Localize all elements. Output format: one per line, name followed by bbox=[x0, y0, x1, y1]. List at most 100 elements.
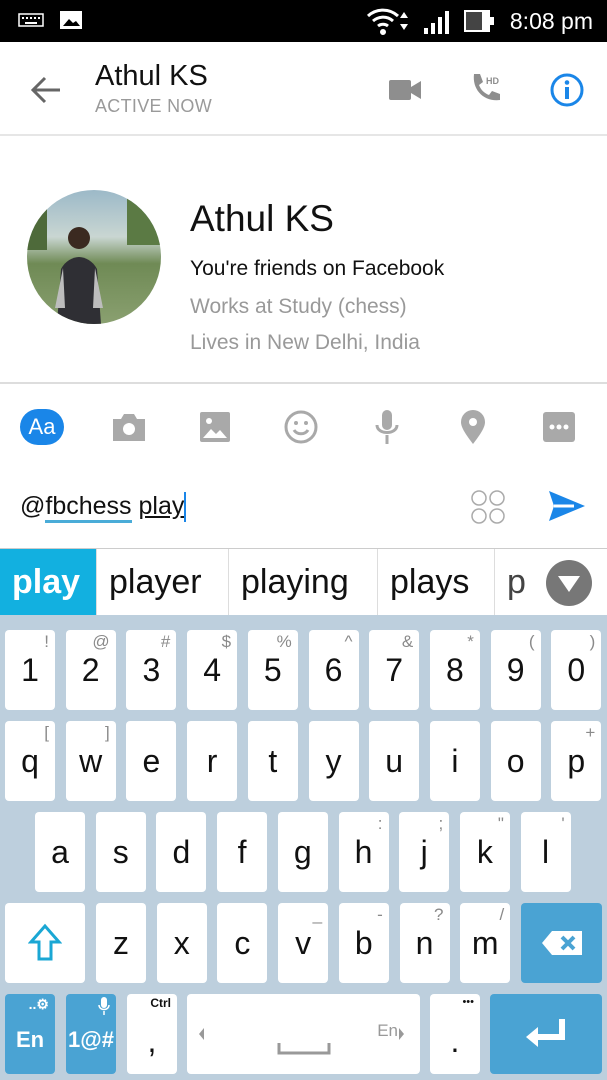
key-k[interactable]: k " bbox=[459, 812, 510, 892]
keyboard-icon bbox=[18, 13, 44, 27]
friendship-status: You're friends on Facebook bbox=[190, 257, 445, 280]
key-o[interactable]: o bbox=[490, 721, 541, 801]
key-x[interactable]: x bbox=[156, 903, 207, 983]
video-call-icon[interactable] bbox=[388, 77, 422, 103]
key-alt-label: & bbox=[401, 632, 414, 651]
key-alt-label: ^ bbox=[344, 632, 353, 651]
key-label: e bbox=[142, 742, 161, 779]
key-0[interactable]: 0) bbox=[551, 630, 602, 710]
key-alt-label: * bbox=[467, 632, 474, 651]
message-input[interactable]: @fbchess play bbox=[20, 492, 187, 523]
key-6[interactable]: 6 ^ bbox=[308, 630, 359, 710]
key-d[interactable]: d bbox=[156, 812, 207, 892]
key-w[interactable]: w] bbox=[65, 721, 116, 801]
key-alt-label: - bbox=[377, 905, 383, 924]
comma-key[interactable]: , Ctrl bbox=[127, 994, 177, 1074]
space-language-label: En bbox=[377, 1021, 398, 1040]
language-key[interactable]: En ..⚙ bbox=[5, 994, 55, 1074]
key-label: c bbox=[234, 924, 251, 961]
key-8[interactable]: 8 * bbox=[429, 630, 480, 710]
key-p[interactable]: p + bbox=[551, 721, 602, 801]
settings-icon: ..⚙ bbox=[28, 996, 49, 1012]
key-c[interactable]: c bbox=[217, 903, 268, 983]
key-3[interactable]: 3 # bbox=[126, 630, 177, 710]
key-j[interactable]: j; bbox=[399, 812, 450, 892]
key-l[interactable]: l ' bbox=[520, 812, 571, 892]
profile-card: Athul KS You're friends on Facebook Work… bbox=[0, 136, 607, 384]
key-t[interactable]: t bbox=[247, 721, 298, 801]
key-1[interactable]: 1! bbox=[5, 630, 55, 710]
suggestion-item[interactable]: player bbox=[97, 549, 229, 616]
key-n[interactable]: n? bbox=[399, 903, 450, 983]
avatar[interactable] bbox=[27, 190, 161, 324]
key-u[interactable]: u bbox=[369, 721, 420, 801]
location-button[interactable] bbox=[451, 405, 495, 449]
key-alt-label: ! bbox=[44, 632, 49, 651]
voice-button[interactable] bbox=[365, 405, 409, 449]
sticker-button[interactable] bbox=[279, 405, 323, 449]
contact-name[interactable]: Athul KS bbox=[95, 60, 208, 93]
camera-button[interactable] bbox=[107, 405, 151, 449]
shift-key[interactable] bbox=[5, 903, 85, 983]
key-alt-label: ? bbox=[434, 905, 444, 924]
more-button[interactable] bbox=[537, 405, 581, 449]
camera-icon bbox=[113, 414, 145, 441]
period-key[interactable]: . ••• bbox=[430, 994, 480, 1074]
key-2[interactable]: 2 @ bbox=[65, 630, 116, 710]
microphone-icon bbox=[98, 997, 110, 1015]
gallery-button[interactable] bbox=[193, 405, 237, 449]
text-button[interactable]: Aa bbox=[20, 405, 64, 449]
more-icon bbox=[543, 412, 575, 442]
info-icon[interactable] bbox=[549, 72, 585, 108]
key-label: u bbox=[385, 742, 404, 779]
key-r[interactable]: r bbox=[187, 721, 238, 801]
key-label: 1 bbox=[21, 651, 39, 688]
key-alt-label: ' bbox=[561, 814, 565, 833]
expand-suggestions-icon[interactable] bbox=[545, 559, 593, 607]
suggestion-item[interactable]: playing bbox=[229, 549, 378, 616]
suggestion-item[interactable]: p bbox=[495, 549, 535, 616]
key-label: 3 bbox=[142, 651, 161, 688]
key-i[interactable]: i bbox=[429, 721, 480, 801]
key-h[interactable]: h: bbox=[338, 812, 389, 892]
suggestion-item[interactable]: plays bbox=[378, 549, 495, 616]
key-label: j bbox=[420, 833, 428, 870]
key-e[interactable]: e bbox=[126, 721, 177, 801]
key-alt-label: [ bbox=[44, 723, 49, 742]
key-label: l bbox=[542, 833, 550, 870]
emoji-icon[interactable] bbox=[470, 489, 506, 525]
key-alt-label: @ bbox=[92, 632, 110, 651]
work-info: Works at Study (chess) bbox=[190, 295, 407, 318]
key-9[interactable]: 9( bbox=[490, 630, 541, 710]
back-arrow-icon[interactable] bbox=[30, 75, 62, 105]
suggestion-bar: play player playing plays p bbox=[0, 548, 607, 616]
key-b[interactable]: b- bbox=[338, 903, 389, 983]
key-label: k bbox=[476, 833, 493, 870]
space-key[interactable]: En bbox=[187, 994, 420, 1074]
key-4[interactable]: 4 $ bbox=[187, 630, 238, 710]
key-s[interactable]: s bbox=[95, 812, 146, 892]
key-f[interactable]: f bbox=[217, 812, 268, 892]
profile-name: Athul KS bbox=[190, 198, 334, 239]
send-icon[interactable] bbox=[548, 490, 586, 522]
key-y[interactable]: y bbox=[308, 721, 359, 801]
key-5[interactable]: 5% bbox=[247, 630, 298, 710]
key-alt-label: _ bbox=[312, 905, 323, 924]
key-label: . bbox=[450, 1022, 460, 1059]
backspace-key[interactable] bbox=[521, 903, 602, 983]
key-v[interactable]: v _ bbox=[278, 903, 329, 983]
key-z[interactable]: z bbox=[96, 903, 146, 983]
hd-voice-call-icon[interactable]: HD bbox=[468, 70, 504, 108]
suggestion-item[interactable]: play bbox=[0, 549, 97, 616]
key-g[interactable]: g bbox=[277, 812, 328, 892]
key-m[interactable]: m / bbox=[460, 903, 511, 983]
enter-key[interactable] bbox=[490, 994, 602, 1074]
key-label: d bbox=[172, 833, 191, 870]
key-label: p bbox=[567, 742, 586, 779]
key-q[interactable]: q[ bbox=[5, 721, 55, 801]
key-a[interactable]: a bbox=[35, 812, 85, 892]
symbols-key[interactable]: 1@# bbox=[66, 994, 116, 1074]
key-label: a bbox=[51, 833, 69, 870]
key-alt-label: ] bbox=[104, 723, 110, 742]
key-7[interactable]: 7 & bbox=[369, 630, 420, 710]
